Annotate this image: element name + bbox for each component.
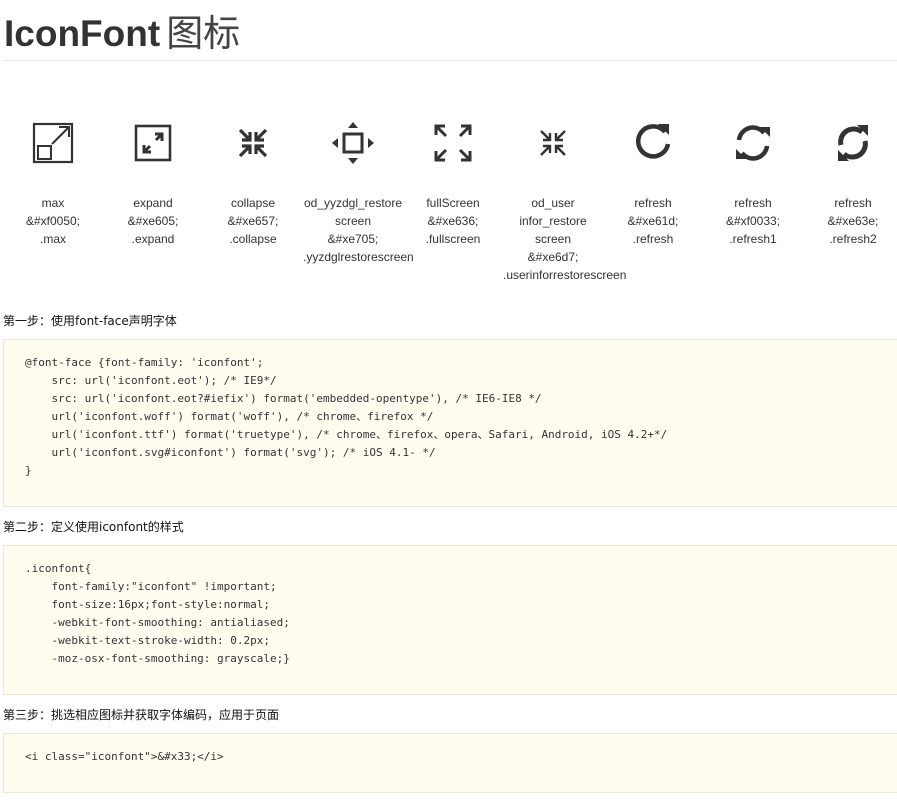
max-icon <box>28 118 78 168</box>
code-line: <i class="iconfont">&#x33;</i> <box>25 750 224 763</box>
refresh2-icon <box>828 118 878 168</box>
page-title: IconFont 图标 <box>4 10 240 58</box>
step-1-title: 第一步：使用font-face声明字体 <box>3 314 177 328</box>
code-block-font-face: @font-face {font-family: 'iconfont'; src… <box>3 339 897 507</box>
icon-label: collapse &#xe657; .collapse <box>227 196 279 246</box>
icon-card-fullscreen[interactable]: fullScreen &#xe636; .fullscreen <box>403 118 503 248</box>
icon-label: refresh &#xe63e; .refresh2 <box>827 196 879 246</box>
collapse-icon <box>228 118 278 168</box>
icon-label: max &#xf0050; .max <box>25 196 81 246</box>
code-line: @font-face {font-family: 'iconfont'; <box>25 356 264 369</box>
icon-label: expand &#xe605; .expand <box>127 196 179 246</box>
code-line: src: url('iconfont.eot'); /* IE9*/ <box>25 374 277 387</box>
step-3-title: 第三步：挑选相应图标并获取字体编码，应用于页面 <box>3 708 280 722</box>
expand-icon <box>128 118 178 168</box>
icon-card-expand[interactable]: expand &#xe605; .expand <box>103 118 203 248</box>
icon-card-collapse[interactable]: collapse &#xe657; .collapse <box>203 118 303 248</box>
icon-card-refresh[interactable]: refresh &#xe61d; .refresh <box>603 118 703 248</box>
restore-screen-icon <box>328 118 378 168</box>
code-line: .iconfont{ <box>25 562 92 575</box>
code-line: -webkit-font-smoothing: antialiased; <box>25 616 290 629</box>
step-2-title: 第二步：定义使用iconfont的样式 <box>3 520 184 534</box>
icon-card-refresh1[interactable]: refresh &#xf0033; .refresh1 <box>703 118 803 248</box>
code-line: url('iconfont.svg#iconfont') format('svg… <box>25 446 436 459</box>
icon-card-user-restore-screen[interactable]: od_user infor_restore screen &#xe6d7; .useri… <box>503 118 627 284</box>
code-line: } <box>25 464 32 477</box>
refresh-icon <box>628 118 678 168</box>
code-block-iconfont-style: .iconfont{ font-family:"iconfont" !impor… <box>3 545 897 695</box>
code-line: url('iconfont.woff') format('woff'), /* … <box>25 410 434 423</box>
code-line: -moz-osx-font-smoothing: grayscale;} <box>25 652 290 665</box>
code-line: font-family:"iconfont" !important; <box>25 580 277 593</box>
code-line: font-size:16px;font-style:normal; <box>25 598 271 611</box>
code-line: -webkit-text-stroke-width: 0.2px; <box>25 634 271 647</box>
code-block-usage: <i class="iconfont">&#x33;</i> <box>3 733 897 793</box>
fullscreen-icon <box>428 118 478 168</box>
icon-label: refresh &#xf0033; .refresh1 <box>725 196 781 246</box>
page-title-zh: 图标 <box>166 13 241 54</box>
code-line: url('iconfont.ttf') format('truetype'), … <box>25 428 668 441</box>
code-line: src: url('iconfont.eot?#iefix') format('… <box>25 392 542 405</box>
refresh1-icon <box>728 118 778 168</box>
icon-gallery: max &#xf0050; .max expand &#xe605; .expand c… <box>0 118 897 288</box>
icon-card-max[interactable]: max &#xf0050; .max <box>3 118 103 248</box>
icon-label: fullScreen &#xe636; .fullscreen <box>425 196 481 246</box>
title-divider <box>4 60 897 61</box>
icon-card-restore-screen[interactable]: od_yyzdgl_restore screen &#xe705; .yyzdglre… <box>303 118 414 266</box>
icon-card-refresh2[interactable]: refresh &#xe63e; .refresh2 <box>803 118 897 248</box>
page-title-en: IconFont <box>4 13 161 54</box>
icon-label: refresh &#xe61d; .refresh <box>627 196 679 246</box>
icon-label: od_user infor_restore screen &#xe6d7; .useri… <box>503 196 627 282</box>
user-restore-screen-icon <box>528 118 578 168</box>
icon-label: od_yyzdgl_restore screen &#xe705; .yyzdglre… <box>303 196 414 264</box>
